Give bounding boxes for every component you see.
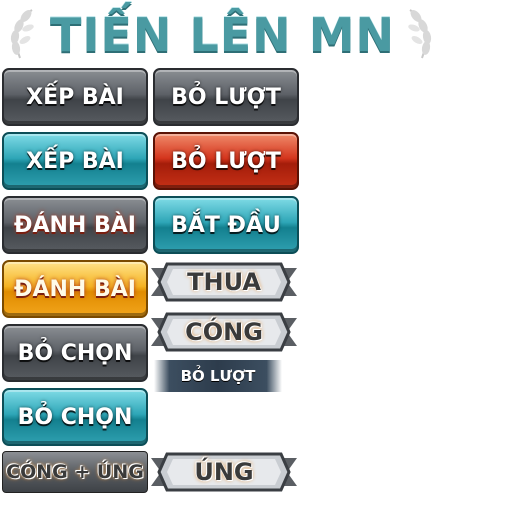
deselect-button-gray[interactable]: BỎ CHỌN: [2, 324, 148, 382]
pass-button-red[interactable]: BỎ LƯỢT: [153, 132, 299, 190]
ung-label: ÚNG: [194, 458, 254, 486]
deselect-label: BỎ CHỌN: [17, 340, 133, 366]
start-label: BẮT ĐẦU: [171, 212, 281, 238]
lose-ribbon: THUA: [151, 260, 297, 304]
sort-cards-button-gray[interactable]: XẾP BÀI: [2, 68, 148, 126]
play-cards-button-orange[interactable]: ĐÁNH BÀI: [2, 260, 148, 318]
pass-button-gray[interactable]: BỎ LƯỢT: [153, 68, 299, 126]
lose-label: THUA: [187, 268, 261, 296]
sort-cards-button-teal[interactable]: XẾP BÀI: [2, 132, 148, 190]
play-cards-label: ĐÁNH BÀI: [14, 212, 136, 238]
title-banner: TIẾN LÊN MN: [0, 6, 440, 68]
deselect-button-teal[interactable]: BỎ CHỌN: [2, 388, 148, 446]
sort-cards-label: XẾP BÀI: [26, 148, 124, 174]
game-title: TIẾN LÊN MN: [50, 8, 395, 62]
pass-label: BỎ LƯỢT: [171, 84, 281, 110]
deselect-label: BỎ CHỌN: [17, 404, 133, 430]
pass-small-badge: BỎ LƯỢT: [154, 360, 282, 392]
start-button-teal[interactable]: BẮT ĐẦU: [153, 196, 299, 254]
cong-plus-ung-badge: CÓNG + ÚNG: [2, 451, 148, 493]
play-cards-label: ĐÁNH BÀI: [14, 276, 136, 302]
cong-ribbon: CÓNG: [151, 310, 297, 354]
laurel-right-icon: [408, 9, 432, 59]
ung-ribbon: ÚNG: [151, 450, 297, 494]
cong-label: CÓNG: [185, 318, 263, 346]
sort-cards-label: XẾP BÀI: [26, 84, 124, 110]
laurel-left-icon: [10, 9, 34, 59]
play-cards-button-gray[interactable]: ĐÁNH BÀI: [2, 196, 148, 254]
pass-label: BỎ LƯỢT: [171, 148, 281, 174]
